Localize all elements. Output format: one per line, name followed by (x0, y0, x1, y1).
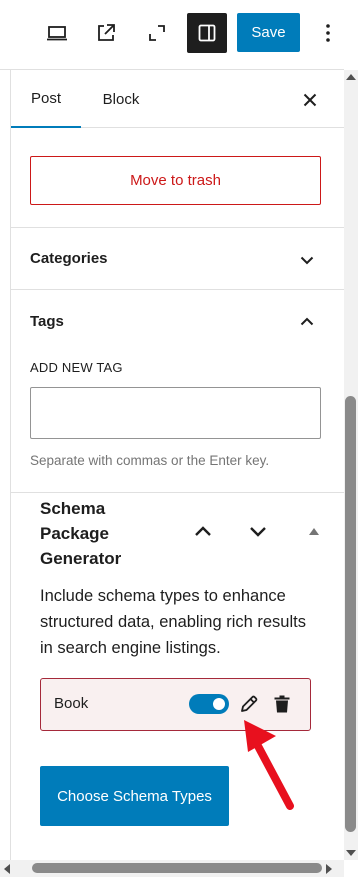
categories-panel-title[interactable]: Categories (30, 250, 108, 267)
red-arrow-annotation (244, 720, 294, 810)
sidebar-tabs: Post Block (11, 70, 344, 128)
chevron-down-icon (300, 256, 314, 264)
triangle-up-icon (309, 527, 319, 535)
schema-item-book: Book (40, 678, 311, 731)
desktop-preview-icon (47, 26, 67, 41)
divider (11, 227, 344, 228)
pencil-icon (241, 695, 258, 712)
more-options-icon (326, 24, 330, 42)
toggle-knob (213, 698, 225, 710)
tags-panel-title[interactable]: Tags (30, 313, 64, 330)
close-icon (303, 93, 317, 107)
edit-schema-button[interactable] (237, 692, 261, 716)
scroll-down-icon (346, 850, 356, 856)
move-to-trash-button[interactable]: Move to trash (30, 156, 321, 205)
scroll-up-icon (346, 74, 356, 80)
fullscreen-button[interactable] (137, 13, 177, 53)
view-post-button[interactable] (86, 13, 126, 53)
collapse-panel-toggle[interactable] (306, 523, 322, 539)
fullscreen-icon (149, 25, 165, 41)
add-new-tag-label: ADD NEW TAG (30, 360, 123, 375)
categories-toggle[interactable] (295, 248, 319, 272)
move-panel-up-button[interactable] (190, 518, 216, 544)
scroll-right-icon (326, 864, 332, 874)
move-panel-down-button[interactable] (245, 518, 271, 544)
desktop-preview-button[interactable] (37, 13, 77, 53)
horizontal-scroll-thumb[interactable] (32, 863, 322, 873)
divider (11, 492, 344, 493)
divider (11, 289, 344, 290)
save-button[interactable]: Save (237, 13, 300, 52)
schema-item-toggle[interactable] (189, 694, 229, 714)
tags-toggle[interactable] (295, 309, 319, 333)
schema-item-label: Book (54, 695, 89, 712)
editor-toolbar: Save (0, 0, 358, 66)
external-link-icon (98, 24, 115, 41)
sidebar-toggle-icon (198, 24, 216, 42)
settings-sidebar-button[interactable] (187, 13, 227, 53)
trash-icon (274, 695, 290, 713)
scroll-left-icon (4, 864, 10, 874)
horizontal-scrollbar[interactable] (0, 860, 344, 877)
chevron-up-icon (195, 525, 211, 536)
tab-post[interactable]: Post (11, 70, 81, 128)
sidebar-edge (10, 70, 11, 860)
more-options-button[interactable] (314, 13, 342, 53)
schema-panel-title: Schema Package Generator (40, 499, 122, 568)
vertical-scroll-thumb[interactable] (345, 396, 356, 832)
tag-help-text: Separate with commas or the Enter key. (30, 453, 270, 468)
tag-input[interactable] (30, 387, 321, 439)
delete-schema-button[interactable] (270, 692, 294, 716)
tab-block[interactable]: Block (81, 70, 161, 128)
choose-schema-types-button[interactable]: Choose Schema Types (40, 766, 229, 826)
chevron-up-icon (300, 317, 314, 325)
schema-description: Include schema types to enhance structur… (40, 587, 306, 657)
chevron-down-icon (250, 526, 266, 537)
vertical-scrollbar[interactable] (344, 70, 358, 860)
close-sidebar-button[interactable] (297, 87, 323, 113)
